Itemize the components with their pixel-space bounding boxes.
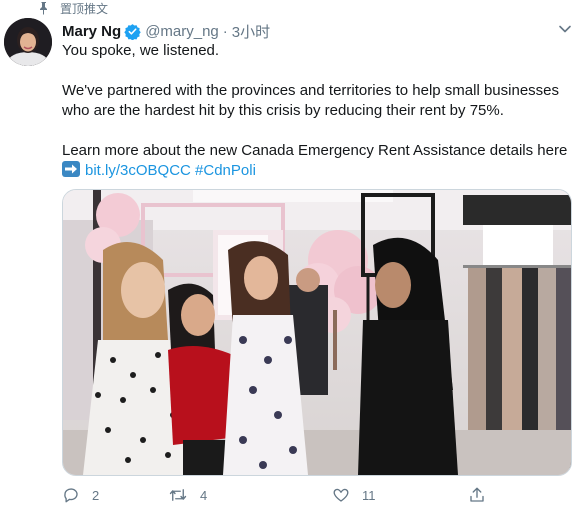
- verified-badge-icon: [124, 23, 141, 40]
- hashtag-link[interactable]: #CdnPoli: [195, 162, 256, 179]
- pinned-label: 置顶推文: [60, 1, 109, 16]
- tweet-paragraph-2: We've partnered with the provinces and t…: [62, 82, 559, 119]
- avatar[interactable]: [4, 18, 52, 66]
- reply-count: 2: [92, 487, 100, 503]
- chevron-down-icon[interactable]: [558, 22, 572, 36]
- tweet-header: Mary Ng @mary_ng · 3小时: [62, 20, 572, 42]
- user-handle[interactable]: @mary_ng: [145, 23, 219, 40]
- separator-dot: ·: [222, 22, 228, 40]
- tweet-timestamp[interactable]: 3小时: [232, 21, 270, 42]
- heart-icon: [333, 488, 349, 502]
- retweet-button[interactable]: 4: [168, 486, 207, 504]
- tweet-links-line: bit.ly/3cOBQCC #CdnPoli: [62, 161, 572, 181]
- like-count: 11: [362, 487, 376, 503]
- reply-icon: [64, 488, 78, 503]
- pin-icon: [40, 2, 47, 15]
- share-icon: [470, 487, 484, 502]
- retweet-icon: [169, 489, 187, 501]
- share-button[interactable]: [468, 486, 498, 504]
- retweet-count: 4: [200, 487, 208, 503]
- display-name[interactable]: Mary Ng: [62, 23, 121, 40]
- tweet-photo[interactable]: [62, 189, 572, 476]
- tweet-paragraph-3: Learn more about the new Canada Emergenc…: [62, 142, 568, 159]
- like-button[interactable]: 11: [332, 486, 376, 504]
- reply-button[interactable]: 2: [62, 486, 99, 504]
- short-link[interactable]: bit.ly/3cOBQCC: [85, 162, 191, 179]
- pinned-tweet-row: 置顶推文: [38, 0, 108, 16]
- right-arrow-icon: [62, 161, 80, 177]
- tweet-line-1: You spoke, we listened.: [62, 42, 220, 59]
- tweet-body: You spoke, we listened. We've partnered …: [62, 41, 572, 181]
- tweet-actions: 2 4 11: [62, 484, 532, 506]
